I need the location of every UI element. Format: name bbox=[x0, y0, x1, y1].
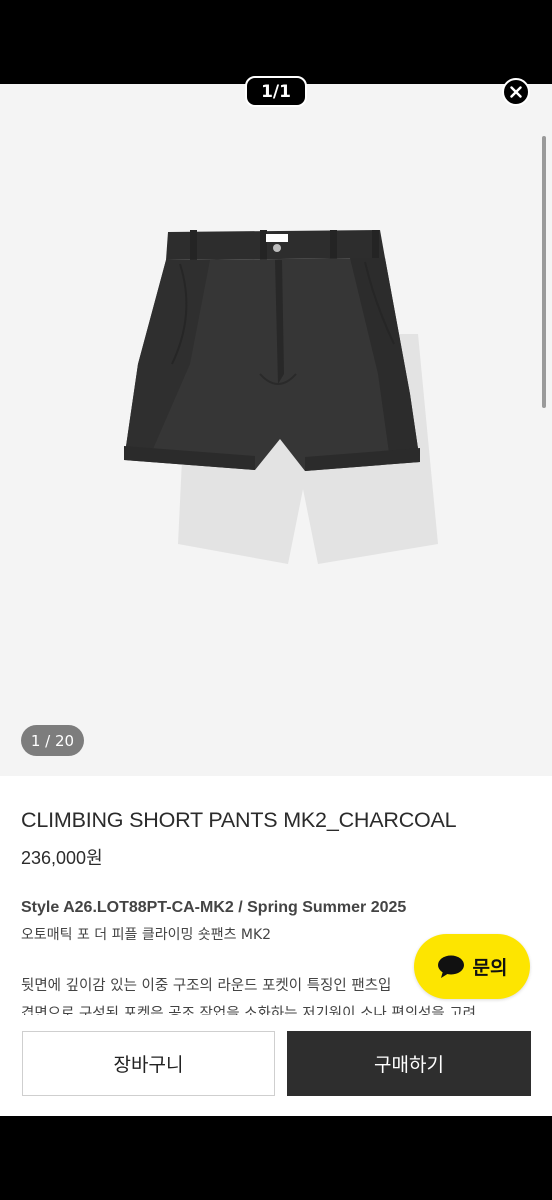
product-title: CLIMBING SHORT PANTS MK2_CHARCOAL bbox=[21, 808, 457, 832]
product-style-line: Style A26.LOT88PT-CA-MK2 / Spring Summer… bbox=[21, 899, 407, 916]
chat-bubble-icon bbox=[437, 955, 464, 978]
close-button[interactable] bbox=[502, 78, 530, 106]
scrollbar[interactable] bbox=[542, 136, 546, 408]
image-page-indicator: 1 / 20 bbox=[21, 725, 84, 756]
viewer-counter-text: 1/1 bbox=[261, 81, 291, 102]
charcoal-shorts-photo bbox=[124, 230, 438, 564]
add-to-cart-button[interactable]: 장바구니 bbox=[22, 1031, 275, 1096]
close-icon bbox=[510, 86, 522, 98]
product-image-area[interactable]: 1 / 20 bbox=[0, 84, 552, 776]
inquiry-button[interactable]: 문의 bbox=[414, 934, 530, 999]
inquiry-label: 문의 bbox=[472, 957, 508, 979]
bottom-action-bar: 장바구니 구매하기 bbox=[0, 1015, 552, 1116]
image-page-indicator-text: 1 / 20 bbox=[30, 731, 75, 750]
product-price: 236,000원 bbox=[21, 848, 103, 868]
buy-now-button[interactable]: 구매하기 bbox=[287, 1031, 531, 1096]
viewer-counter: 1/1 bbox=[245, 76, 307, 107]
product-viewer: 1 / 20 CLIMBING SHORT PANTS MK2_CHARCOAL… bbox=[0, 84, 552, 1116]
